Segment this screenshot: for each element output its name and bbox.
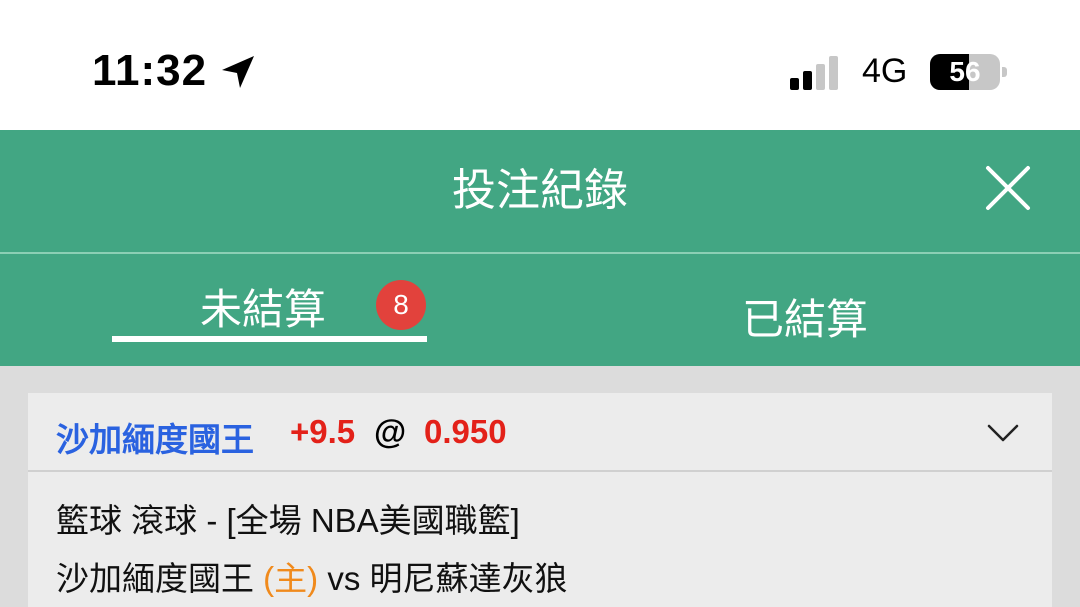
- battery-icon: 56: [930, 54, 1008, 90]
- away-team-name: 明尼蘇達灰狼: [369, 560, 568, 597]
- page-header: 投注紀錄: [0, 130, 1080, 252]
- bet-card-details: 籃球 滾球 - [全場 NBA美國職籃] 沙加緬度國王 (主) vs 明尼蘇達灰…: [28, 472, 1052, 607]
- home-team-name: 沙加緬度國王: [56, 560, 254, 597]
- status-bar: 11:32 4G 56: [0, 0, 1080, 130]
- active-tab-indicator: [112, 336, 427, 342]
- close-icon[interactable]: [984, 164, 1032, 212]
- bet-handicap: +9.5: [290, 413, 356, 450]
- tab-settled[interactable]: 已結算: [742, 286, 868, 347]
- location-arrow-icon: [222, 56, 254, 88]
- home-marker: (主): [263, 560, 319, 597]
- bet-match-line: 沙加緬度國王 (主) vs 明尼蘇達灰狼: [56, 552, 568, 600]
- chevron-down-icon[interactable]: [986, 415, 1020, 449]
- bet-card-header[interactable]: 沙加緬度國王 +9.5 @ 0.950: [28, 393, 1052, 470]
- network-type: 4G: [862, 52, 908, 90]
- status-time: 11:32: [92, 46, 208, 95]
- tab-unsettled[interactable]: 未結算: [200, 276, 326, 337]
- page-title: 投注紀錄: [452, 166, 628, 215]
- unsettled-count-badge: 8: [376, 280, 426, 330]
- bet-at-symbol: @: [374, 413, 407, 450]
- vs-label: vs: [327, 560, 361, 597]
- signal-icon: [790, 56, 838, 90]
- bet-selection-team: 沙加緬度國王: [56, 421, 254, 458]
- battery-level: 56: [949, 56, 981, 87]
- bet-sport-line: 籃球 滾球 - [全場 NBA美國職籃]: [56, 502, 520, 539]
- tab-bar: 未結算 已結算: [0, 254, 1080, 366]
- bet-odds: 0.950: [424, 413, 507, 450]
